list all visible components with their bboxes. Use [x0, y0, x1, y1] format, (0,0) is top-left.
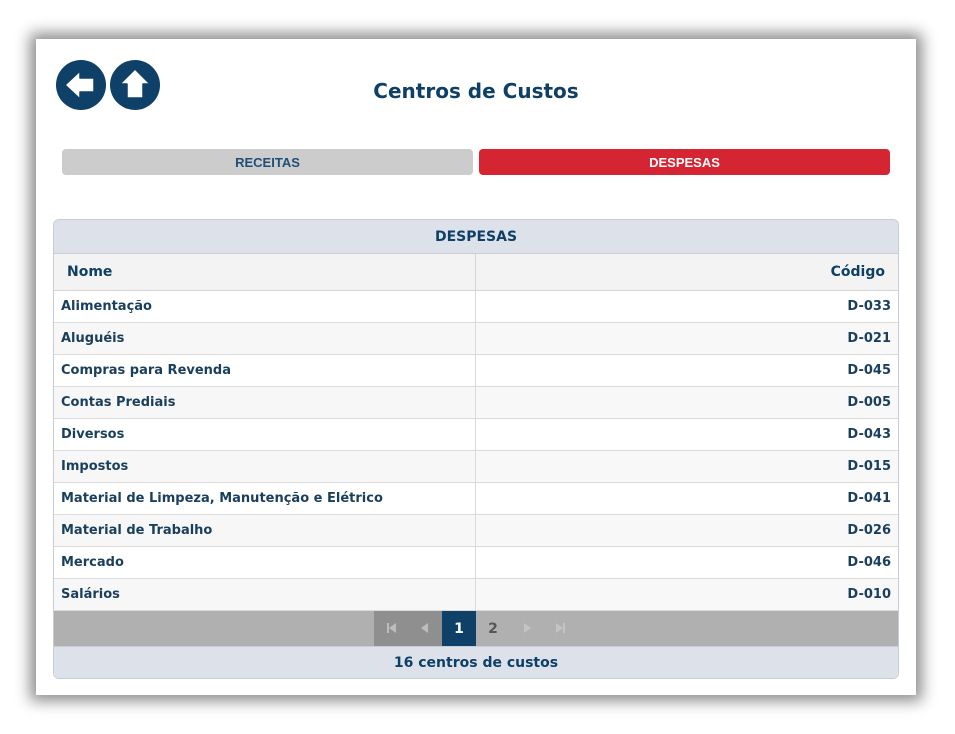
- table-row[interactable]: Impostos D-015: [54, 450, 898, 483]
- last-page-icon: [556, 623, 565, 633]
- despesas-panel: DESPESAS Nome Código Alimentação D-033 A…: [53, 219, 899, 679]
- row-nome: Contas Prediais: [54, 386, 476, 419]
- tab-receitas[interactable]: RECEITAS: [62, 149, 473, 175]
- row-codigo: D-015: [475, 450, 898, 483]
- first-page-icon: [387, 623, 396, 633]
- row-nome: Alimentação: [54, 290, 476, 323]
- panel-title: DESPESAS: [54, 220, 898, 254]
- row-nome: Compras para Revenda: [54, 354, 476, 387]
- first-page-button[interactable]: [374, 611, 408, 646]
- table-row[interactable]: Salários D-010: [54, 578, 898, 611]
- row-nome: Impostos: [54, 450, 476, 483]
- row-codigo: D-026: [475, 514, 898, 547]
- page-1-button[interactable]: 1: [442, 611, 476, 646]
- row-nome: Salários: [54, 578, 476, 611]
- next-page-icon: [524, 623, 531, 633]
- page-title: Centros de Custos: [373, 79, 579, 103]
- row-codigo: D-021: [475, 322, 898, 355]
- row-codigo: D-010: [475, 578, 898, 611]
- table-row[interactable]: Material de Trabalho D-026: [54, 514, 898, 547]
- prev-page-icon: [421, 623, 428, 633]
- row-nome: Mercado: [54, 546, 476, 579]
- row-codigo: D-041: [475, 482, 898, 515]
- table-row[interactable]: Compras para Revenda D-045: [54, 354, 898, 387]
- table-row[interactable]: Alimentação D-033: [54, 290, 898, 323]
- table-row[interactable]: Mercado D-046: [54, 546, 898, 579]
- row-nome: Material de Limpeza, Manutenção e Elétri…: [54, 482, 476, 515]
- table-row[interactable]: Diversos D-043: [54, 418, 898, 451]
- column-header-nome[interactable]: Nome: [54, 254, 476, 291]
- row-codigo: D-043: [475, 418, 898, 451]
- row-codigo: D-005: [475, 386, 898, 419]
- page-2-button[interactable]: 2: [476, 611, 510, 646]
- row-codigo: D-045: [475, 354, 898, 387]
- table-row[interactable]: Contas Prediais D-005: [54, 386, 898, 419]
- table-row[interactable]: Material de Limpeza, Manutenção e Elétri…: [54, 482, 898, 515]
- record-count: 16 centros de custos: [54, 646, 898, 678]
- last-page-button[interactable]: [544, 611, 578, 646]
- row-nome: Diversos: [54, 418, 476, 451]
- row-nome: Material de Trabalho: [54, 514, 476, 547]
- row-codigo: D-033: [475, 290, 898, 323]
- cost-centers-table: Nome Código Alimentação D-033 Aluguéis D…: [54, 254, 898, 611]
- app-window: Centros de Custos RECEITAS DESPESAS DESP…: [36, 39, 916, 695]
- table-header-row: Nome Código: [54, 254, 898, 291]
- tab-despesas[interactable]: DESPESAS: [479, 149, 890, 175]
- pagination: 1 2: [54, 611, 898, 646]
- next-page-button[interactable]: [510, 611, 544, 646]
- table-row[interactable]: Aluguéis D-021: [54, 322, 898, 355]
- column-header-codigo[interactable]: Código: [475, 254, 898, 291]
- prev-page-button[interactable]: [408, 611, 442, 646]
- row-nome: Aluguéis: [54, 322, 476, 355]
- row-codigo: D-046: [475, 546, 898, 579]
